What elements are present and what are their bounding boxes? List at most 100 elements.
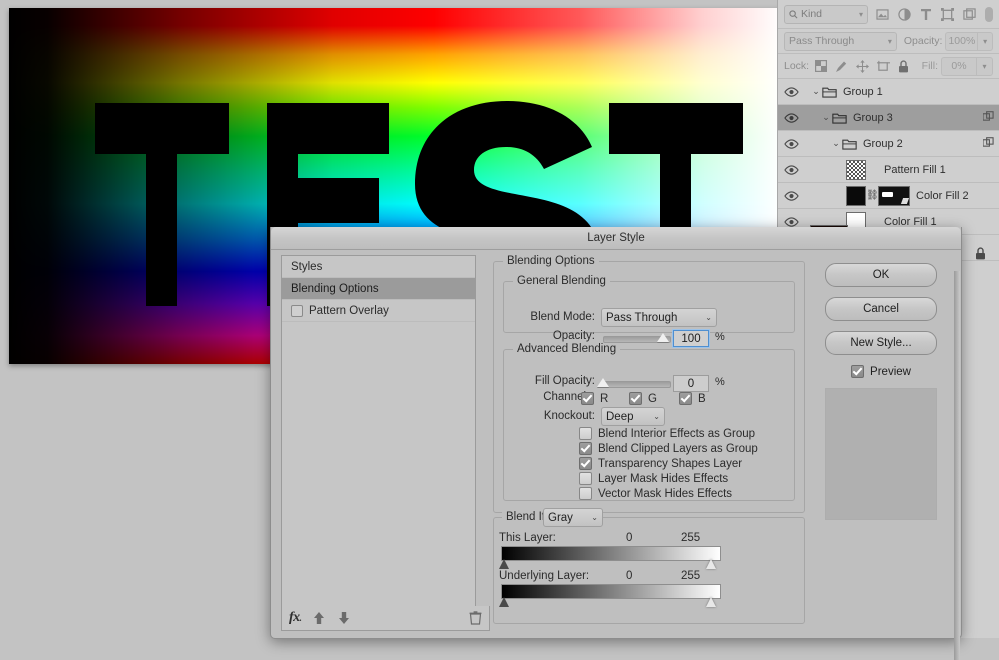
layer-row-group-3[interactable]: ⌄ Group 3 <box>778 105 999 131</box>
preview-label: Preview <box>870 365 911 378</box>
group-disclosure-icon[interactable]: ⌄ <box>830 138 842 149</box>
blend-clipped-layers-label: Blend Clipped Layers as Group <box>598 442 758 455</box>
fill-opacity-label: Fill Opacity: <box>534 375 595 387</box>
eye-icon[interactable] <box>778 190 804 201</box>
underlying-black-stop[interactable] <box>499 597 510 608</box>
smart-object-filter-icon[interactable] <box>963 7 976 21</box>
eye-icon[interactable] <box>778 138 804 149</box>
channel-g[interactable]: G <box>629 392 657 405</box>
fill-opacity-input[interactable]: 0 <box>673 375 709 392</box>
vector-mask-hides-effects-checkbox[interactable] <box>579 487 592 500</box>
folder-icon <box>832 112 847 124</box>
ok-button[interactable]: OK <box>825 263 937 287</box>
shape-filter-icon[interactable] <box>941 7 954 21</box>
layer-row-pattern-fill-1[interactable]: Pattern Fill 1 <box>778 157 999 183</box>
layer-name: Group 3 <box>853 111 893 124</box>
image-filter-icon[interactable] <box>876 8 889 20</box>
blend-interior-effects-option[interactable]: Blend Interior Effects as Group <box>579 427 755 440</box>
blend-clipped-layers-checkbox[interactable] <box>579 442 592 455</box>
group-disclosure-icon[interactable]: ⌄ <box>820 112 832 123</box>
layer-name: Color Fill 2 <box>916 189 969 202</box>
lock-artboard-nesting-icon[interactable] <box>877 60 891 73</box>
fill-opacity-slider-track[interactable] <box>603 381 671 388</box>
dialog-title: Layer Style <box>587 232 645 244</box>
layer-row-color-fill-2[interactable]: ⛓ Color Fill 2 <box>778 183 999 209</box>
fx-icon[interactable]: fx. <box>289 610 302 626</box>
eye-icon[interactable] <box>778 112 804 123</box>
eye-icon[interactable] <box>778 164 804 175</box>
this-layer-black-stop[interactable] <box>499 559 510 570</box>
group-disclosure-icon[interactable]: ⌄ <box>810 86 822 97</box>
layer-mask-hides-effects-checkbox[interactable] <box>579 472 592 485</box>
chevron-down-icon: ⌄ <box>705 313 712 322</box>
layer-filter-kind-select[interactable]: Kind ▾ <box>784 4 868 24</box>
opacity-input[interactable]: 100 <box>673 330 709 347</box>
lock-transparent-pixels-icon[interactable] <box>815 60 828 72</box>
transparency-shapes-layer-option[interactable]: Transparency Shapes Layer <box>579 457 742 470</box>
vector-mask-hides-effects-option[interactable]: Vector Mask Hides Effects <box>579 487 732 500</box>
channel-r-checkbox[interactable] <box>581 392 594 405</box>
styles-list-item-styles[interactable]: Styles <box>282 256 475 278</box>
this-layer-ramp[interactable] <box>501 546 721 561</box>
channel-r-label: R <box>600 392 609 405</box>
mask-link-icon[interactable]: ⛓ <box>866 190 879 201</box>
chevron-down-icon: ⌄ <box>653 412 660 421</box>
channel-b-checkbox[interactable] <box>679 392 692 405</box>
styles-list-label: Styles <box>291 260 323 273</box>
layer-locked-icon <box>975 247 986 263</box>
lock-image-pixels-icon[interactable] <box>835 60 848 73</box>
channel-g-checkbox[interactable] <box>629 392 642 405</box>
styles-list-item-blending-options[interactable]: Blending Options <box>282 278 475 300</box>
layer-lock-row: Lock: Fill: 0% ▾ <box>778 54 999 79</box>
layer-thumbnail-color[interactable] <box>846 185 866 206</box>
layer-fill-stepper[interactable]: ▾ <box>976 56 993 76</box>
opacity-slider-knob[interactable] <box>657 333 669 342</box>
new-style-button[interactable]: New Style... <box>825 331 937 355</box>
move-up-icon[interactable] <box>312 611 326 625</box>
channel-b[interactable]: B <box>679 392 706 405</box>
this-layer-white-stop[interactable] <box>706 559 717 570</box>
layer-row-group-1[interactable]: ⌄ Group 1 <box>778 79 999 105</box>
lock-icon-group <box>815 59 909 73</box>
layer-mask-hides-effects-option[interactable]: Layer Mask Hides Effects <box>579 472 728 485</box>
preview-row[interactable]: Preview <box>816 365 946 378</box>
chevron-down-icon: ▾ <box>858 9 863 19</box>
knockout-select[interactable]: Deep ⌄ <box>601 407 665 426</box>
blend-mode-select[interactable]: Pass Through ⌄ <box>601 308 717 327</box>
layer-opacity-stepper[interactable]: ▾ <box>977 31 993 51</box>
lock-position-icon[interactable] <box>856 59 870 73</box>
eye-icon[interactable] <box>778 86 804 97</box>
adjustment-filter-icon[interactable] <box>898 7 911 21</box>
eye-icon[interactable] <box>778 216 804 227</box>
layer-thumbnail-mask[interactable] <box>878 185 910 206</box>
filter-toggle-icon[interactable] <box>985 6 993 22</box>
blend-clipped-layers-option[interactable]: Blend Clipped Layers as Group <box>579 442 758 455</box>
delete-icon[interactable] <box>469 611 482 625</box>
layer-thumbnail-pattern[interactable] <box>846 159 866 180</box>
move-down-icon[interactable] <box>337 611 351 625</box>
layer-blend-mode-select[interactable]: Pass Through ▾ <box>784 31 897 51</box>
blend-if-channel-select[interactable]: Gray ⌄ <box>543 508 603 527</box>
transparency-shapes-layer-checkbox[interactable] <box>579 457 592 470</box>
cancel-button[interactable]: Cancel <box>825 297 937 321</box>
dialog-titlebar[interactable]: Layer Style <box>271 227 961 250</box>
styles-list-item-pattern-overlay[interactable]: Pattern Overlay <box>282 300 475 322</box>
channel-r[interactable]: R <box>581 392 608 405</box>
underlying-layer-ramp[interactable] <box>501 584 721 599</box>
layer-row-group-2[interactable]: ⌄ Group 2 <box>778 131 999 157</box>
preview-checkbox[interactable] <box>851 365 865 378</box>
blend-interior-effects-checkbox[interactable] <box>579 427 592 440</box>
this-layer-black-value: 0 <box>626 532 633 544</box>
styles-list: Styles Blending Options Pattern Overlay <box>281 255 476 607</box>
lock-all-icon[interactable] <box>898 59 909 73</box>
group-clipping-badge-icon <box>982 110 994 125</box>
underlying-white-stop[interactable] <box>706 597 717 608</box>
fill-opacity-slider-knob[interactable] <box>597 378 609 387</box>
layer-name: Group 1 <box>843 85 883 98</box>
app-root: Kind ▾ Pass Through ▾ Opacity: 100% ▾ Lo… <box>0 0 999 660</box>
layer-fill-value[interactable]: 0% <box>941 56 976 76</box>
type-filter-icon[interactable] <box>920 8 932 21</box>
layer-opacity-value[interactable]: 100% <box>945 31 978 51</box>
pattern-overlay-checkbox[interactable] <box>291 304 303 317</box>
styles-list-label: Pattern Overlay <box>309 304 389 317</box>
